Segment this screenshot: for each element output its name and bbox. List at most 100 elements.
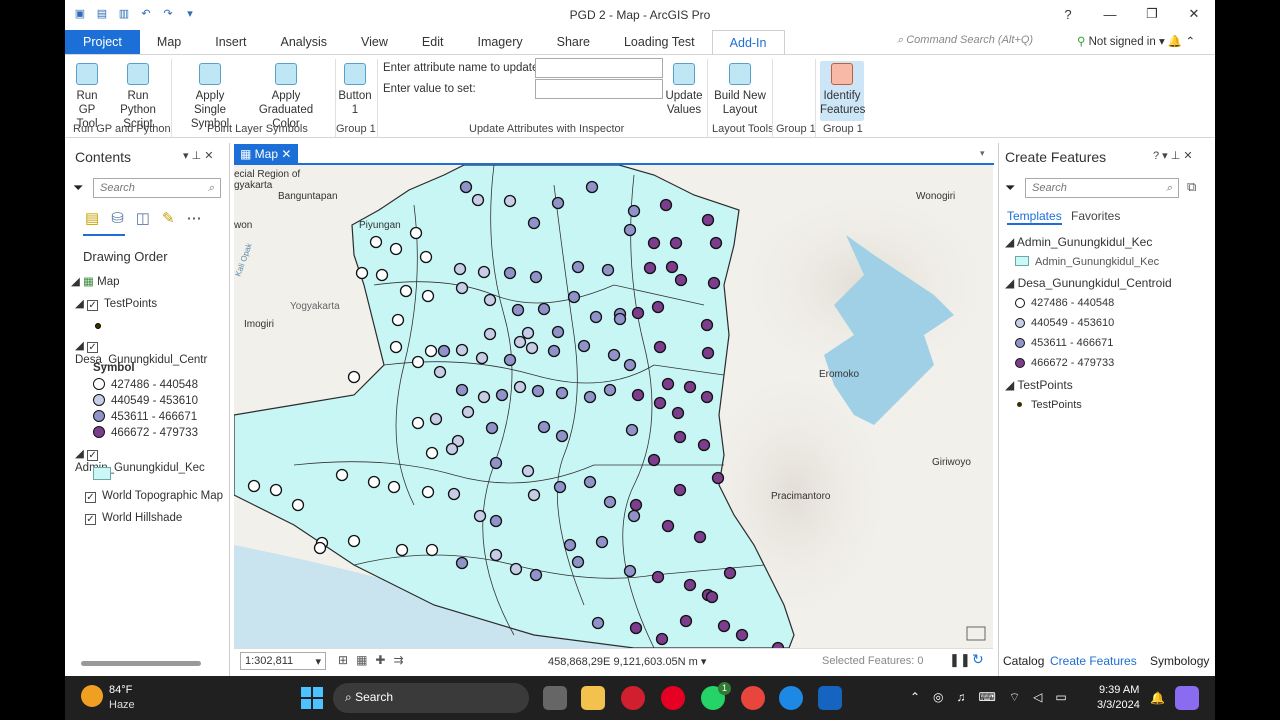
centroid-point[interactable] xyxy=(629,498,643,512)
centroid-point[interactable] xyxy=(709,236,723,250)
centroid-point[interactable] xyxy=(673,483,687,497)
centroid-point[interactable] xyxy=(503,266,517,280)
centroid-point[interactable] xyxy=(647,236,661,250)
centroid-point[interactable] xyxy=(701,213,715,227)
centroid-point[interactable] xyxy=(671,406,685,420)
centroid-point[interactable] xyxy=(723,566,737,580)
centroid-point[interactable] xyxy=(700,318,714,332)
data-source-icon[interactable]: ⛁ xyxy=(111,209,124,227)
tab-insert[interactable]: Insert xyxy=(198,30,263,54)
topo-checkbox[interactable]: ✓ xyxy=(85,492,96,503)
desa-checkbox[interactable]: ✓ xyxy=(87,342,99,353)
centroid-point[interactable] xyxy=(603,383,617,397)
tab-templates[interactable]: Templates xyxy=(1007,209,1062,225)
centroid-point[interactable] xyxy=(387,480,401,494)
centroid-point[interactable] xyxy=(659,198,673,212)
centroid-point[interactable] xyxy=(669,236,683,250)
centroid-point[interactable] xyxy=(577,339,591,353)
centroid-point[interactable] xyxy=(489,456,503,470)
taskbar-search[interactable]: ⌕ Search xyxy=(333,683,529,713)
run-gp-tool-button[interactable]: Run GP Tool xyxy=(67,61,107,131)
centroid-point[interactable] xyxy=(409,226,423,240)
template-testpoints[interactable]: TestPoints xyxy=(1005,398,1172,418)
centroid-point[interactable] xyxy=(623,223,637,237)
tab-share[interactable]: Share xyxy=(540,30,607,54)
constraint-icon[interactable]: ✚ xyxy=(375,653,385,667)
contents-search-input[interactable]: Search ⌕ xyxy=(93,178,221,198)
centroid-point[interactable] xyxy=(489,548,503,562)
centroid-point[interactable] xyxy=(389,340,403,354)
centroid-point[interactable] xyxy=(445,442,459,456)
centroid-point[interactable] xyxy=(697,438,711,452)
centroid-point[interactable] xyxy=(705,590,719,604)
centroid-point[interactable] xyxy=(653,396,667,410)
centroid-point[interactable] xyxy=(521,464,535,478)
centroid-point[interactable] xyxy=(583,475,597,489)
tree-admin[interactable]: ◢ ✓Admin_Gunungkidul_Kec xyxy=(71,447,229,474)
centroid-point[interactable] xyxy=(503,353,517,367)
tab-add-in[interactable]: Add-In xyxy=(711,30,785,54)
centroid-point[interactable] xyxy=(700,390,714,404)
centroid-point[interactable] xyxy=(433,365,447,379)
selection-icon[interactable]: ◫ xyxy=(136,209,150,227)
chrome-icon[interactable] xyxy=(741,686,765,710)
centroid-point[interactable] xyxy=(585,180,599,194)
centroid-point[interactable] xyxy=(629,621,643,635)
apply-single-symbol-button[interactable]: Apply Single Symbol xyxy=(179,61,241,131)
minimize-button[interactable]: — xyxy=(1089,0,1131,28)
value-input[interactable] xyxy=(535,79,663,99)
centroid-point[interactable] xyxy=(627,509,641,523)
centroid-point[interactable] xyxy=(607,348,621,362)
centroid-point[interactable] xyxy=(437,344,451,358)
centroid-point[interactable] xyxy=(367,475,381,489)
centroid-point[interactable] xyxy=(461,405,475,419)
centroid-point[interactable] xyxy=(711,471,725,485)
centroid-point[interactable] xyxy=(477,390,491,404)
button-1[interactable]: Button 1 xyxy=(337,61,373,117)
centroid-point[interactable] xyxy=(571,555,585,569)
centroid-point[interactable] xyxy=(553,480,567,494)
clock-date[interactable]: 3/3/2024 xyxy=(1097,699,1140,711)
tree-map[interactable]: ◢ ▦ Map xyxy=(71,275,229,297)
centroid-point[interactable] xyxy=(389,242,403,256)
tree-testpoints[interactable]: ◢ ✓ TestPoints xyxy=(71,297,229,319)
centroid-point[interactable] xyxy=(665,260,679,274)
map-menu-icon[interactable]: ▾ xyxy=(980,148,985,159)
centroid-point[interactable] xyxy=(601,263,615,277)
centroid-point[interactable] xyxy=(563,538,577,552)
tree-desa[interactable]: ◢ ✓Desa_Gunungkidul_Centr xyxy=(71,339,229,366)
tab-symbology[interactable]: Symbology xyxy=(1150,654,1209,668)
tab-favorites[interactable]: Favorites xyxy=(1071,209,1120,223)
centroid-point[interactable] xyxy=(489,514,503,528)
tab-catalog[interactable]: Catalog xyxy=(1003,654,1044,668)
centroid-point[interactable] xyxy=(661,377,675,391)
scale-selector[interactable]: 1:302,811 ▾ xyxy=(240,652,326,670)
centroid-point[interactable] xyxy=(375,268,389,282)
collapse-ribbon-icon[interactable]: ⌃ xyxy=(1185,36,1195,48)
centroid-point[interactable] xyxy=(583,390,597,404)
centroid-point[interactable] xyxy=(485,421,499,435)
template-admin[interactable]: Admin_Gunungkidul_Kec xyxy=(1005,255,1172,276)
attribute-name-input[interactable] xyxy=(535,58,663,78)
centroid-point[interactable] xyxy=(471,193,485,207)
centroid-point[interactable] xyxy=(551,196,565,210)
snapping-icon[interactable]: ⊞ xyxy=(338,653,348,667)
centroid-point[interactable] xyxy=(291,498,305,512)
centroid-point[interactable] xyxy=(571,260,585,274)
notification-icon[interactable]: 🔔 xyxy=(1168,36,1182,48)
apply-graduated-color-button[interactable]: Apply Graduated Color xyxy=(245,61,327,131)
centroid-point[interactable] xyxy=(483,293,497,307)
drawing-order-icon[interactable]: ▤ xyxy=(85,209,99,227)
template-group-testpoints[interactable]: ◢ TestPoints xyxy=(1005,378,1172,398)
centroid-point[interactable] xyxy=(603,495,617,509)
centroid-point[interactable] xyxy=(653,340,667,354)
pinterest-icon[interactable] xyxy=(661,686,685,710)
centroid-point[interactable] xyxy=(421,485,435,499)
centroid-point[interactable] xyxy=(473,509,487,523)
centroid-point[interactable] xyxy=(455,343,469,357)
centroid-point[interactable] xyxy=(595,535,609,549)
tab-create-features[interactable]: Create Features xyxy=(1050,654,1137,668)
centroid-point[interactable] xyxy=(623,358,637,372)
close-button[interactable]: ✕ xyxy=(1173,0,1215,28)
centroid-point[interactable] xyxy=(589,310,603,324)
